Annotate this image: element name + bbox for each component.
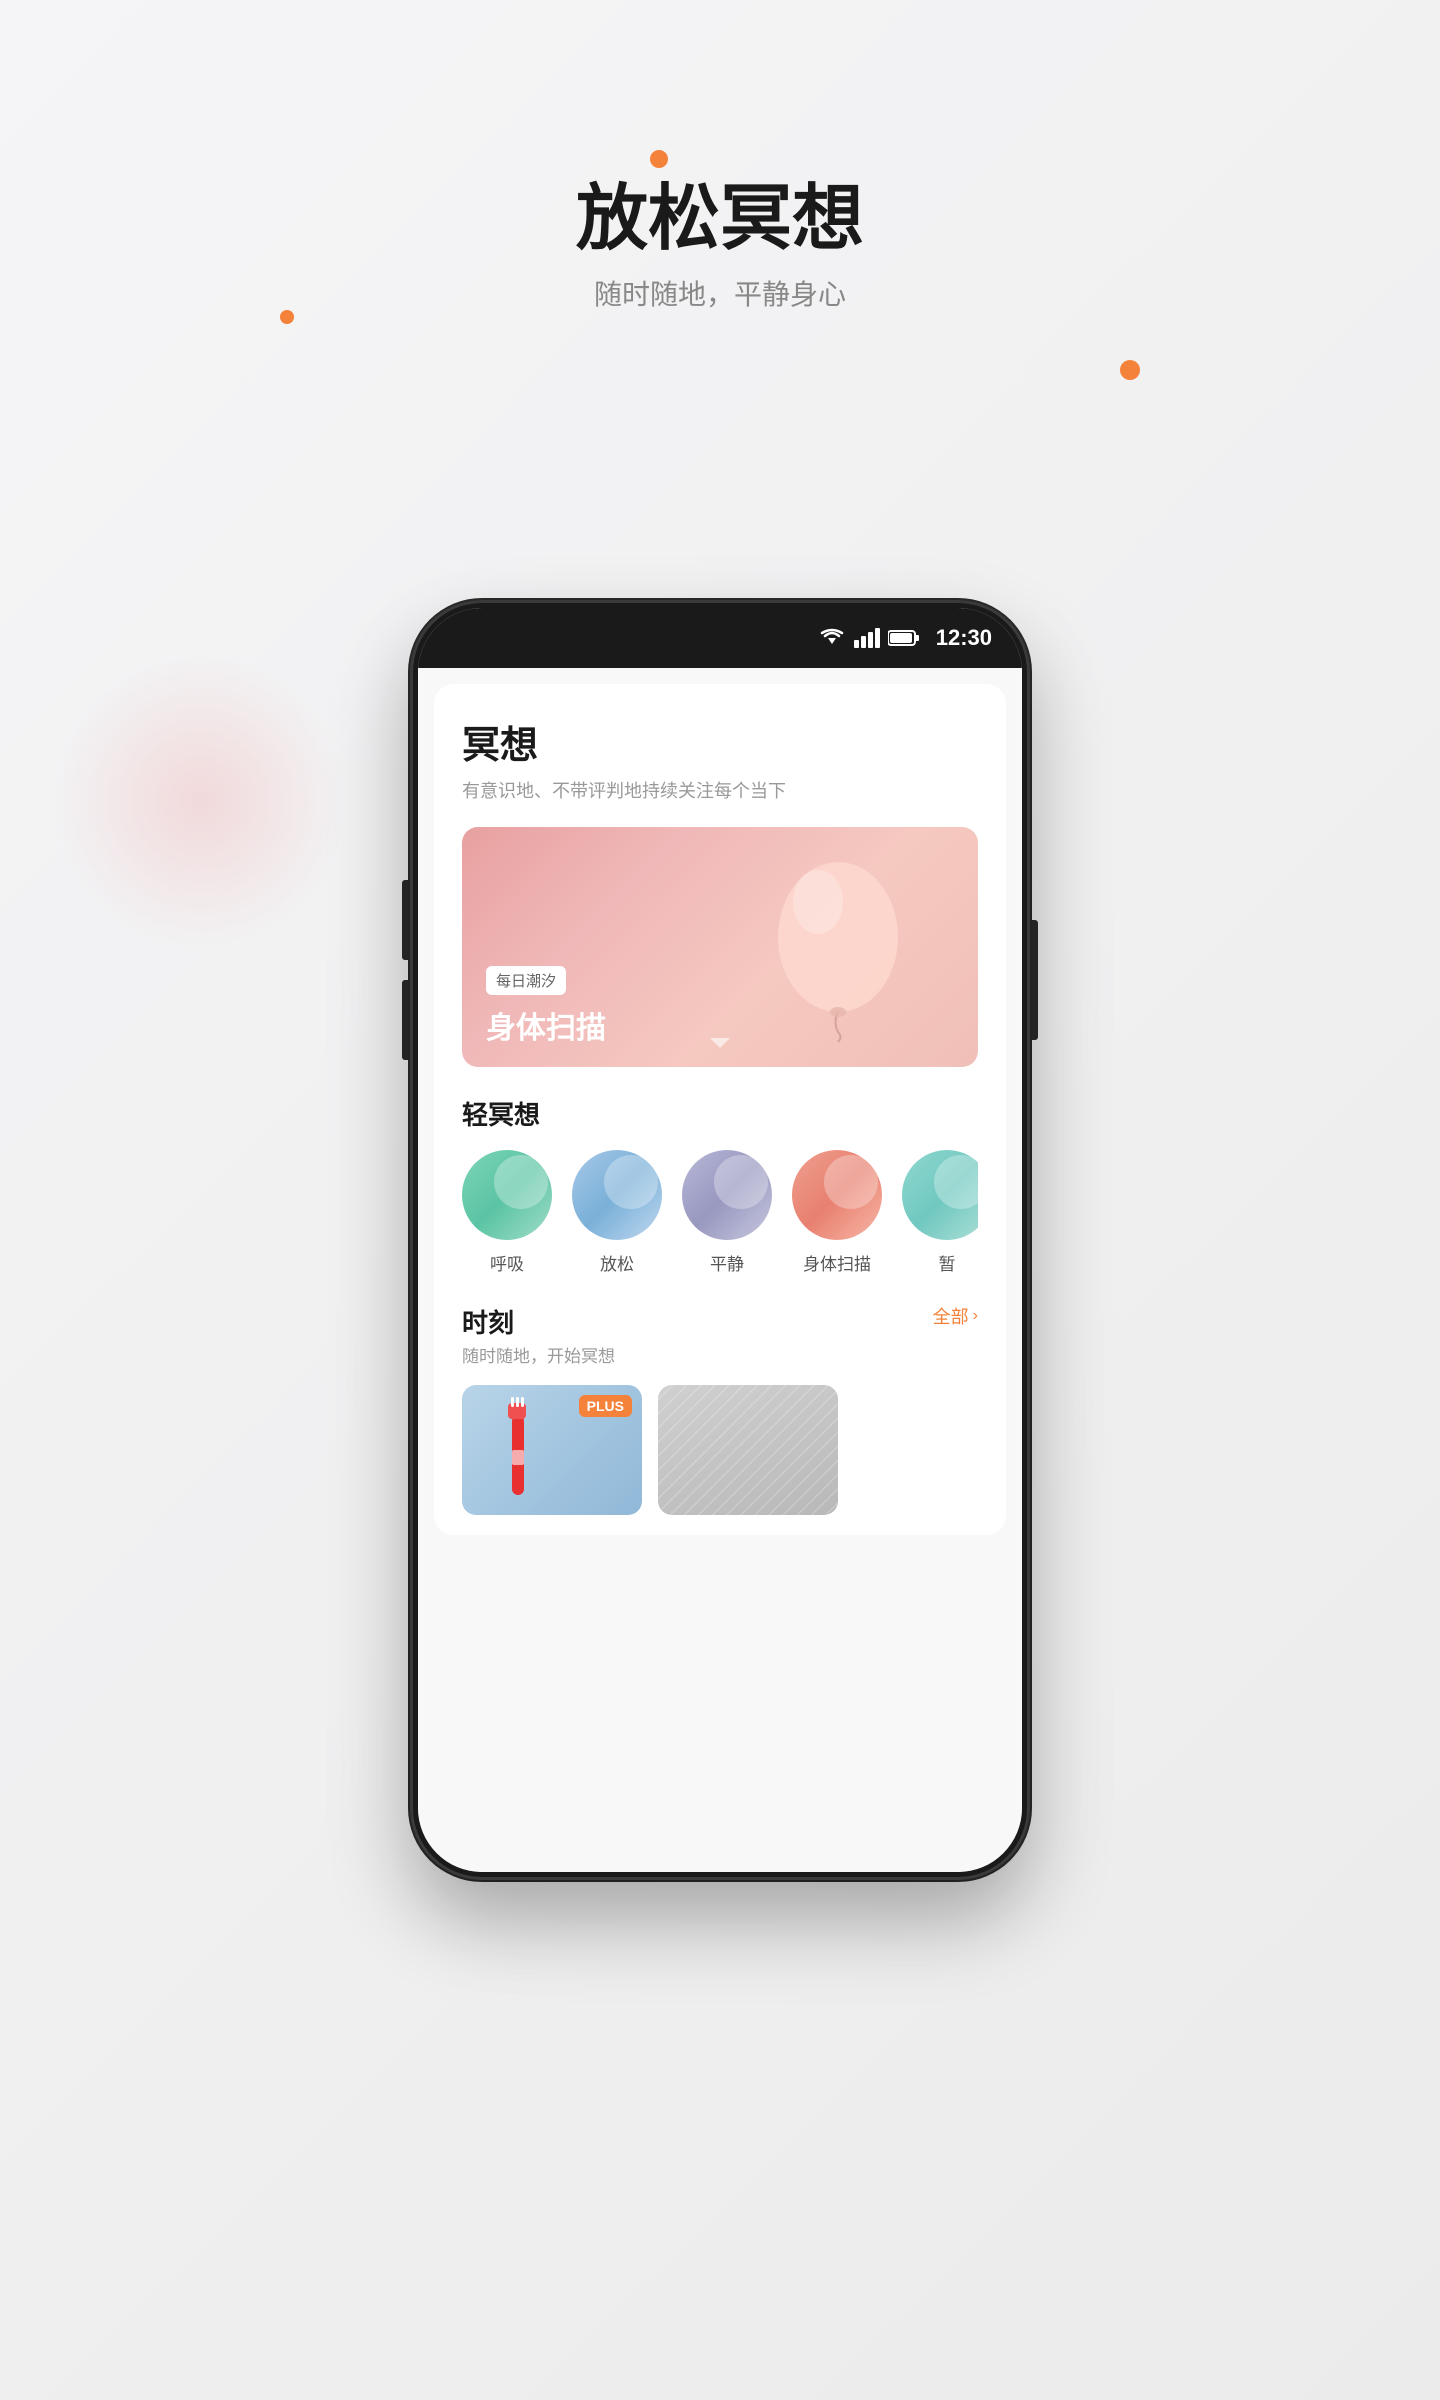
wifi-icon	[818, 628, 846, 648]
decorative-dot-3	[1120, 360, 1140, 380]
moments-title-group: 时刻 随时随地，开始冥想	[462, 1303, 615, 1367]
calm-label: 平静	[710, 1250, 744, 1275]
calm-circle	[682, 1150, 772, 1240]
circle-item-body-scan[interactable]: 身体扫描	[792, 1150, 882, 1275]
phone-device: 12:30 冥想 有意识地、不带评判地持续关注每个当下	[410, 600, 1030, 1880]
circle-item-breathing[interactable]: 呼吸	[462, 1150, 552, 1275]
meditation-circles-row: 呼吸 放松	[462, 1150, 978, 1275]
screen-content[interactable]: 冥想 有意识地、不带评判地持续关注每个当下	[418, 668, 1022, 1872]
status-icons: 12:30	[818, 625, 992, 651]
volume-up-button	[402, 880, 408, 960]
plus-badge: PLUS	[579, 1395, 632, 1417]
signal-icon	[854, 628, 880, 648]
breathing-circle	[462, 1150, 552, 1240]
page-main-subtitle: 随时随地，平静身心	[576, 273, 864, 313]
hero-banner[interactable]: 每日潮汐 身体扫描	[462, 827, 978, 1067]
moments-header: 时刻 随时随地，开始冥想 全部 ›	[462, 1303, 978, 1367]
circle-item-temp[interactable]: 暂	[902, 1150, 978, 1275]
toothbrush-illustration	[492, 1395, 542, 1515]
body-scan-label: 身体扫描	[803, 1250, 871, 1275]
body-scan-circle	[792, 1150, 882, 1240]
battery-icon	[888, 629, 920, 647]
circle-item-calm[interactable]: 平静	[682, 1150, 772, 1275]
balloon-illustration	[758, 847, 918, 1047]
hero-tag: 每日潮汐	[486, 966, 566, 995]
phone-screen: 12:30 冥想 有意识地、不带评判地持续关注每个当下	[418, 608, 1022, 1872]
moment-card-2[interactable]	[658, 1385, 838, 1515]
moment-card-1[interactable]: PLUS	[462, 1385, 642, 1515]
notch	[650, 608, 790, 644]
main-content-card: 冥想 有意识地、不带评判地持续关注每个当下	[434, 684, 1006, 1535]
view-all-button[interactable]: 全部 ›	[933, 1303, 978, 1329]
temp-label: 暂	[939, 1250, 956, 1275]
status-bar: 12:30	[418, 608, 1022, 668]
hero-title: 身体扫描	[486, 1003, 606, 1047]
scroll-indicator	[710, 1038, 730, 1050]
light-meditation-title: 轻冥想	[462, 1095, 978, 1132]
meditation-subtitle: 有意识地、不带评判地持续关注每个当下	[462, 777, 978, 803]
page-main-title: 放松冥想	[576, 180, 864, 259]
temp-circle	[902, 1150, 978, 1240]
light-meditation-section: 轻冥想 呼吸	[462, 1095, 978, 1275]
decorative-dot-2	[280, 310, 294, 324]
phone-frame: 12:30 冥想 有意识地、不带评判地持续关注每个当下	[410, 600, 1030, 1880]
chevron-right-icon: ›	[973, 1307, 978, 1325]
decorative-dot-1	[650, 150, 668, 168]
background-blob	[50, 650, 350, 950]
moments-subtitle: 随时随地，开始冥想	[462, 1342, 615, 1367]
texture-illustration	[658, 1385, 838, 1515]
moments-section: 时刻 随时随地，开始冥想 全部 › PLUS	[462, 1303, 978, 1515]
breathing-label: 呼吸	[490, 1250, 524, 1275]
meditation-title: 冥想	[462, 714, 978, 769]
volume-down-button	[402, 980, 408, 1060]
relax-circle	[572, 1150, 662, 1240]
moments-title: 时刻	[462, 1303, 615, 1340]
status-time: 12:30	[936, 625, 992, 651]
power-button	[1032, 920, 1038, 1040]
moments-cards: PLUS	[462, 1385, 978, 1515]
relax-label: 放松	[600, 1250, 634, 1275]
circle-item-relax[interactable]: 放松	[572, 1150, 662, 1275]
